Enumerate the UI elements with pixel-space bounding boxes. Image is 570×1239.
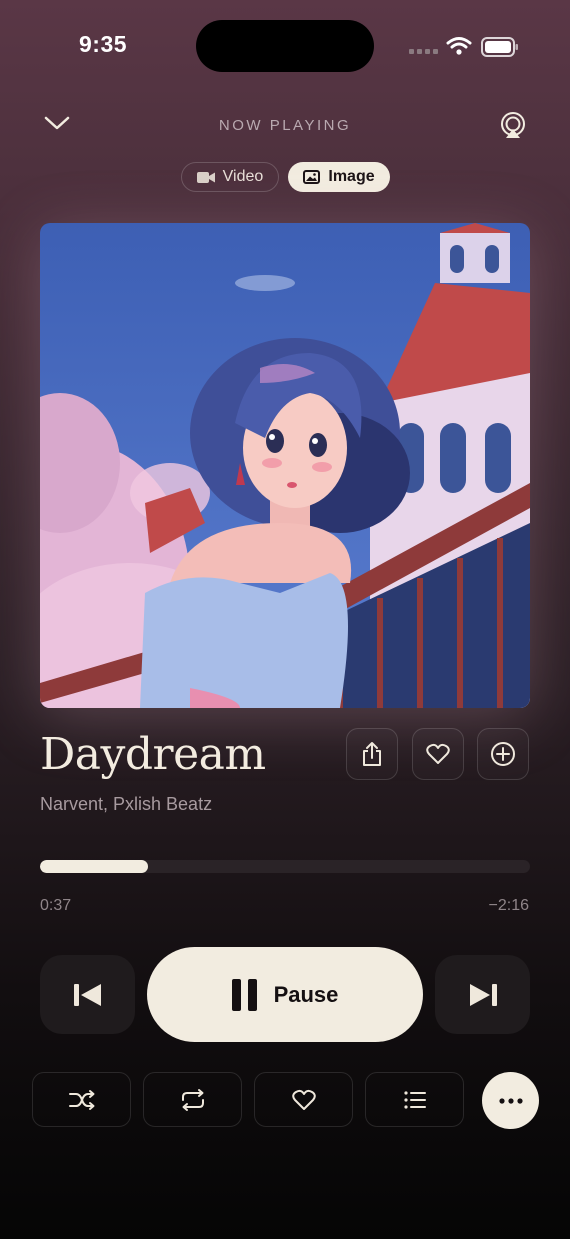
heart-icon [426,743,450,764]
pause-label: Pause [273,981,339,1007]
track-artist[interactable]: Narvent, Pxlish Beatz [40,794,212,815]
heart-icon [291,1089,316,1110]
skip-forward-icon [469,983,497,1006]
pause-icon [231,978,257,1011]
add-button[interactable] [477,728,529,780]
track-title: Daydream [40,729,266,780]
remaining-time: −2:16 [488,897,529,914]
video-tab-label: Video [222,168,264,185]
photo-icon [303,170,321,184]
elapsed-time: 0:37 [40,897,72,914]
plus-circle-icon [491,742,515,766]
cellular-signal-icon [409,49,438,54]
progress-fill [40,860,148,873]
image-tab-label: Image [328,168,375,185]
pause-button[interactable]: Pause [147,947,423,1042]
ellipsis-icon [498,1097,523,1104]
status-time: 9:35 [79,31,128,57]
share-button[interactable] [346,728,398,780]
skip-back-icon [73,983,101,1006]
list-icon [403,1090,426,1109]
next-button[interactable] [435,955,530,1034]
dynamic-island [196,20,374,72]
shuffle-button[interactable] [32,1072,131,1127]
airplay-icon[interactable] [499,111,527,139]
share-icon [363,742,381,766]
previous-button[interactable] [40,955,135,1034]
repeat-icon [181,1088,204,1111]
progress-bar[interactable] [40,860,530,873]
favorite-button[interactable] [412,728,464,780]
video-camera-icon [196,171,215,183]
album-artwork [40,223,530,708]
page-title: NOW PLAYING [218,117,352,134]
battery-icon [481,37,518,57]
like-button[interactable] [254,1072,353,1127]
video-tab[interactable]: Video [181,162,279,192]
repeat-button[interactable] [143,1072,242,1127]
image-tab[interactable]: Image [288,162,390,192]
more-button[interactable] [482,1072,539,1129]
queue-button[interactable] [365,1072,464,1127]
wifi-icon [446,37,472,55]
shuffle-icon [68,1089,94,1110]
